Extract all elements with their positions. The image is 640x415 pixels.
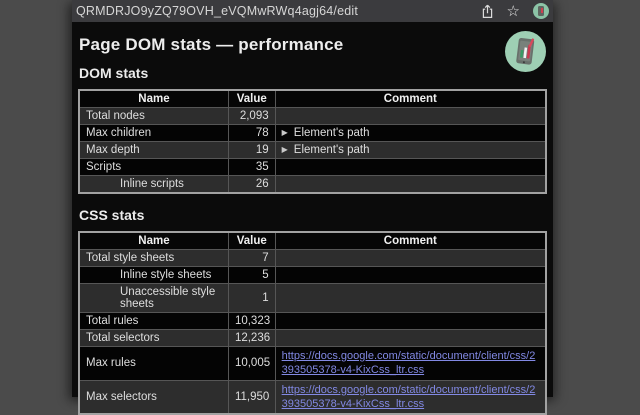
stat-comment-cell (275, 267, 546, 284)
stat-value-cell: 10,323 (228, 313, 275, 330)
stat-value-cell: 78 (228, 125, 275, 142)
table-header-row: NameValueComment (79, 232, 546, 250)
table-header-row: NameValueComment (79, 90, 546, 108)
stat-name-cell: Total rules (79, 313, 228, 330)
table-row: Max depth19 ▶ Element's path (79, 142, 546, 159)
table-row: Max selectors11,950https://docs.google.c… (79, 380, 546, 414)
stat-value-cell: 11,950 (228, 380, 275, 414)
table-row: Scripts35 (79, 159, 546, 176)
mini-chart-icon (541, 8, 543, 13)
column-header: Name (79, 232, 228, 250)
stat-comment-cell (275, 330, 546, 347)
extension-avatar-icon[interactable] (533, 3, 549, 19)
column-header: Comment (275, 90, 546, 108)
stat-value-cell: 5 (228, 267, 275, 284)
stat-comment-cell (275, 313, 546, 330)
stats-table: NameValueCommentTotal nodes2,093Max chil… (78, 89, 547, 194)
stat-comment-cell: ▶ Element's path (275, 125, 546, 142)
stat-comment-cell (275, 108, 546, 125)
stat-name-cell: Total style sheets (79, 250, 228, 267)
disclosure-triangle-icon: ▶ (282, 145, 288, 154)
browser-window: QRMDRJO9yZQ79OVH_eVQMwRWq4agj64/edit ☆ (72, 0, 553, 397)
stat-name-cell: Unaccessible style sheets (79, 284, 228, 313)
stat-comment-cell (275, 284, 546, 313)
stat-comment-cell: ▶ Element's path (275, 142, 546, 159)
column-header: Comment (275, 232, 546, 250)
stylesheet-link[interactable]: https://docs.google.com/static/document/… (282, 349, 539, 378)
bookmark-star-icon[interactable]: ☆ (507, 4, 520, 19)
table-row: Inline scripts26 (79, 176, 546, 194)
url-text[interactable]: QRMDRJO9yZQ79OVH_eVQMwRWq4agj64/edit (76, 4, 481, 18)
page-title: Page DOM stats — performance (79, 35, 547, 55)
column-header: Value (228, 90, 275, 108)
element-path-label: Element's path (294, 144, 370, 156)
page-content: Page DOM stats — performance DOM stats Na… (72, 22, 553, 397)
stat-value-cell: 35 (228, 159, 275, 176)
disclosure-triangle-icon: ▶ (282, 128, 288, 137)
stat-name-cell: Total selectors (79, 330, 228, 347)
table-row: Max rules10,005https://docs.google.com/s… (79, 347, 546, 381)
urlbar-icons: ☆ (481, 3, 549, 19)
stat-value-cell: 19 (228, 142, 275, 159)
stat-name-cell: Inline style sheets (79, 267, 228, 284)
section-heading: CSS stats (79, 207, 547, 223)
extension-logo-icon (505, 31, 546, 72)
browser-url-bar[interactable]: QRMDRJO9yZQ79OVH_eVQMwRWq4agj64/edit ☆ (72, 0, 553, 22)
share-icon[interactable] (481, 4, 494, 19)
stat-name-cell: Max selectors (79, 380, 228, 414)
stat-name-cell: Inline scripts (79, 176, 228, 194)
stat-name-cell: Max depth (79, 142, 228, 159)
stat-comment-cell: https://docs.google.com/static/document/… (275, 347, 546, 381)
stat-comment-cell (275, 159, 546, 176)
table-row: Total rules10,323 (79, 313, 546, 330)
section-heading: DOM stats (79, 65, 547, 81)
stat-value-cell: 7 (228, 250, 275, 267)
stat-value-cell: 1 (228, 284, 275, 313)
stylesheet-link[interactable]: https://docs.google.com/static/document/… (282, 383, 539, 412)
stat-comment-cell (275, 176, 546, 194)
stat-name-cell: Scripts (79, 159, 228, 176)
table-row: Total selectors12,236 (79, 330, 546, 347)
stats-sections: DOM statsNameValueCommentTotal nodes2,09… (78, 65, 547, 415)
stat-name-cell: Max children (79, 125, 228, 142)
stat-name-cell: Max rules (79, 347, 228, 381)
column-header: Name (79, 90, 228, 108)
table-row: Total nodes2,093 (79, 108, 546, 125)
stats-table: NameValueCommentTotal style sheets7Inlin… (78, 231, 547, 415)
element-path-label: Element's path (294, 127, 370, 139)
element-path-expander[interactable]: ▶ Element's path (282, 144, 370, 156)
stat-value-cell: 2,093 (228, 108, 275, 125)
column-header: Value (228, 232, 275, 250)
table-row: Max children78 ▶ Element's path (79, 125, 546, 142)
stat-value-cell: 10,005 (228, 347, 275, 381)
table-row: Unaccessible style sheets1 (79, 284, 546, 313)
stat-value-cell: 12,236 (228, 330, 275, 347)
stat-comment-cell (275, 250, 546, 267)
stat-comment-cell: https://docs.google.com/static/document/… (275, 380, 546, 414)
stat-value-cell: 26 (228, 176, 275, 194)
element-path-expander[interactable]: ▶ Element's path (282, 127, 370, 139)
table-row: Total style sheets7 (79, 250, 546, 267)
table-row: Inline style sheets5 (79, 267, 546, 284)
stat-name-cell: Total nodes (79, 108, 228, 125)
